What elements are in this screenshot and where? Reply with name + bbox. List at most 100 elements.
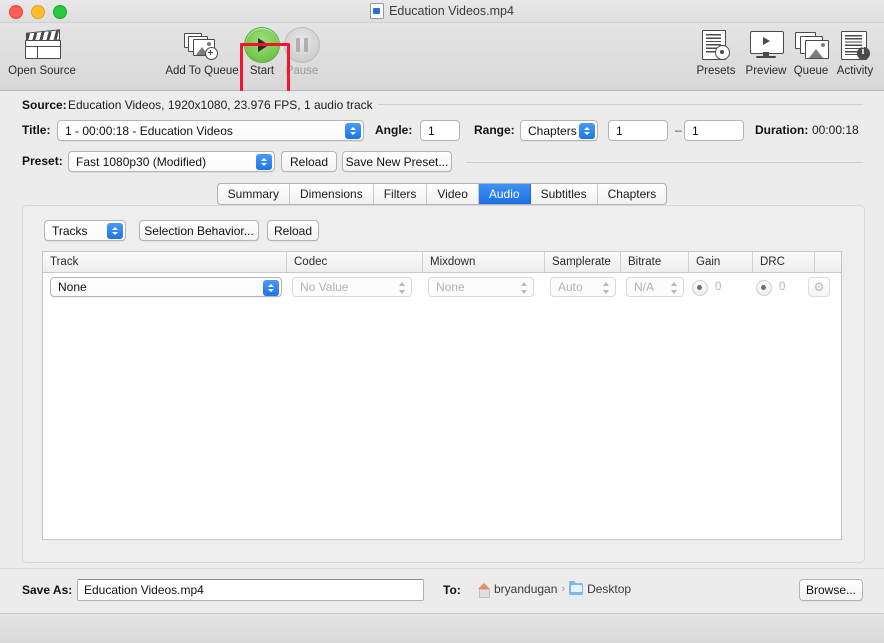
- reload-preset-button[interactable]: Reload: [281, 151, 337, 172]
- range-start-stepper[interactable]: 1: [608, 120, 668, 141]
- angle-value: 1: [428, 123, 435, 138]
- gain-slider-knob[interactable]: [692, 280, 708, 296]
- tab-subtitles-label: Subtitles: [540, 187, 587, 201]
- row-track-popup[interactable]: None: [50, 277, 282, 297]
- column-header-mixdown-label: Mixdown: [430, 256, 476, 268]
- preview-icon: [750, 27, 784, 63]
- row-gain-slider[interactable]: [692, 280, 730, 296]
- column-header-bitrate[interactable]: Bitrate: [621, 252, 689, 272]
- tracks-popup-value: Tracks: [52, 223, 88, 238]
- gear-icon: ⚙: [813, 280, 825, 294]
- toolbar-queue[interactable]: Queue: [791, 27, 831, 78]
- tab-dimensions[interactable]: Dimensions: [290, 184, 374, 204]
- row-codec-popup[interactable]: No Value: [292, 277, 412, 297]
- reload-preset-label: Reload: [289, 154, 329, 169]
- column-header-codec-label: Codec: [294, 256, 328, 268]
- column-header-codec[interactable]: Codec: [287, 252, 423, 272]
- range-start-value: 1: [616, 123, 623, 138]
- column-header-bitrate-label: Bitrate: [628, 256, 662, 268]
- chevron-updown-icon: [671, 281, 678, 295]
- chevron-updown-icon: [345, 123, 361, 139]
- audio-reload-button[interactable]: Reload: [267, 220, 319, 241]
- preset-popup[interactable]: Fast 1080p30 (Modified): [68, 151, 275, 172]
- toolbar-activity[interactable]: Activity: [832, 27, 878, 78]
- path-folder: Desktop: [587, 582, 632, 596]
- duration-value: 00:00:18: [812, 123, 859, 137]
- table-row: None No Value None Auto N/A 0 0 ⚙: [43, 272, 841, 302]
- row-gain-value: 0: [715, 281, 722, 293]
- tab-subtitles[interactable]: Subtitles: [531, 184, 598, 204]
- tab-video[interactable]: Video: [427, 184, 479, 204]
- chevron-down-icon: [107, 223, 123, 239]
- toolbar-start-label: Start: [249, 65, 275, 77]
- save-new-preset-label: Save New Preset...: [345, 154, 449, 169]
- column-header-drc-label: DRC: [760, 256, 785, 268]
- row-drc-slider[interactable]: [756, 280, 794, 296]
- duration-label: Duration:: [755, 123, 809, 137]
- selection-behavior-button[interactable]: Selection Behavior...: [139, 220, 259, 241]
- main-toolbar: Open Source Add To Queue Start Pause Pre…: [0, 23, 884, 104]
- audio-table-header: Track Codec Mixdown Samplerate Bitrate G…: [43, 252, 841, 273]
- destination-path[interactable]: bryandugan › Desktop: [477, 580, 632, 598]
- toolbar-presets[interactable]: Presets: [693, 27, 739, 78]
- source-value: Education Videos, 1920x1080, 23.976 FPS,…: [68, 98, 373, 112]
- tab-chapters[interactable]: Chapters: [598, 184, 667, 204]
- title-popup[interactable]: 1 - 00:00:18 - Education Videos: [57, 120, 364, 141]
- column-header-samplerate[interactable]: Samplerate: [545, 252, 621, 272]
- toolbar-preview-label: Preview: [745, 65, 787, 77]
- activity-icon: [840, 27, 870, 63]
- column-header-mixdown[interactable]: Mixdown: [423, 252, 545, 272]
- column-header-gain-label: Gain: [696, 256, 721, 268]
- column-header-drc[interactable]: DRC: [753, 252, 815, 272]
- toolbar-start[interactable]: Start: [243, 27, 281, 78]
- toolbar-preview[interactable]: Preview: [742, 27, 790, 78]
- row-bitrate-value: N/A: [634, 280, 655, 294]
- tab-audio[interactable]: Audio: [478, 184, 531, 204]
- tab-filters-label: Filters: [383, 187, 417, 201]
- source-settings-area: Source: Education Videos, 1920x1080, 23.…: [0, 91, 884, 175]
- range-type-popup[interactable]: Chapters: [520, 120, 598, 141]
- range-end-stepper[interactable]: 1: [684, 120, 744, 141]
- toolbar-activity-label: Activity: [836, 65, 874, 77]
- column-header-settings[interactable]: [815, 252, 841, 272]
- browse-button[interactable]: Browse...: [799, 579, 863, 601]
- add-to-queue-icon: [184, 27, 220, 63]
- range-dash: –: [675, 123, 682, 137]
- toolbar-add-to-queue[interactable]: Add To Queue: [163, 27, 241, 78]
- toolbar-pause[interactable]: Pause: [283, 27, 321, 78]
- presets-icon: [702, 27, 730, 63]
- column-header-track[interactable]: Track: [43, 252, 287, 272]
- handbrake-window: Education Videos.mp4 Open Source Add To …: [0, 0, 884, 643]
- drc-slider-knob[interactable]: [756, 280, 772, 296]
- range-label: Range:: [474, 123, 515, 137]
- tab-filters[interactable]: Filters: [374, 184, 428, 204]
- tab-chapters-label: Chapters: [607, 187, 657, 201]
- save-as-value: Education Videos.mp4: [84, 583, 204, 597]
- toolbar-pause-label: Pause: [285, 65, 319, 77]
- chevron-updown-icon: [263, 280, 279, 296]
- row-mixdown-popup[interactable]: None: [428, 277, 534, 297]
- chevron-updown-icon: [521, 281, 528, 295]
- home-icon: [477, 582, 490, 598]
- path-user: bryandugan: [494, 582, 558, 596]
- row-codec-value: No Value: [300, 280, 349, 294]
- preset-value: Fast 1080p30 (Modified): [76, 154, 207, 169]
- chevron-updown-icon: [603, 281, 610, 295]
- row-bitrate-popup[interactable]: N/A: [626, 277, 684, 297]
- toolbar-open-source[interactable]: Open Source: [8, 27, 76, 78]
- angle-popup[interactable]: 1: [420, 120, 460, 141]
- to-label: To:: [443, 583, 461, 597]
- save-new-preset-button[interactable]: Save New Preset...: [342, 151, 452, 172]
- row-settings-button[interactable]: ⚙: [808, 277, 830, 297]
- tab-dimensions-label: Dimensions: [300, 187, 363, 201]
- row-samplerate-popup[interactable]: Auto: [550, 277, 616, 297]
- status-bar: [0, 613, 884, 643]
- save-as-input[interactable]: Education Videos.mp4: [77, 579, 424, 601]
- column-header-gain[interactable]: Gain: [689, 252, 753, 272]
- chevron-down-icon: [256, 154, 272, 170]
- tracks-popup[interactable]: Tracks: [44, 220, 126, 241]
- row-track-value: None: [58, 280, 87, 294]
- selection-behavior-label: Selection Behavior...: [144, 223, 254, 238]
- tab-summary[interactable]: Summary: [218, 184, 291, 204]
- range-end-value: 1: [692, 123, 699, 138]
